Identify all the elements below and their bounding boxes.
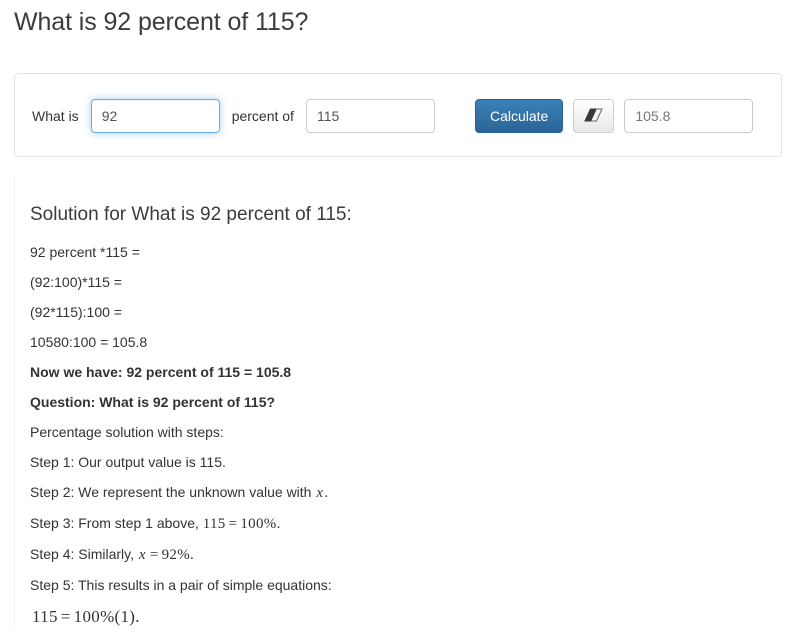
step-3-math: 115 = 100%. bbox=[203, 516, 281, 532]
step-2-text: Step 2: We represent the unknown value w… bbox=[30, 484, 312, 500]
math-variable-x: x bbox=[138, 547, 146, 563]
math-operator: = bbox=[228, 516, 238, 532]
step-2-math: x bbox=[315, 485, 324, 501]
solution-panel: Solution for What is 92 percent of 115: … bbox=[14, 176, 782, 626]
math-right: 92% bbox=[161, 547, 191, 563]
math-left: 115 bbox=[202, 516, 226, 532]
step-1-line: Step 1: Our output value is 115. bbox=[30, 454, 226, 470]
reset-button[interactable] bbox=[573, 99, 615, 133]
step-3-text: Step 3: From step 1 above, bbox=[30, 515, 199, 531]
eraser-icon bbox=[584, 108, 604, 125]
page-title: What is 92 percent of 115? bbox=[14, 8, 309, 36]
equation-1-line: 115 = 100%(1). bbox=[30, 594, 767, 626]
page-root: What is 92 percent of 115? What is perce… bbox=[0, 0, 791, 634]
solution-line: (92:100)*115 = bbox=[30, 274, 122, 290]
what-is-label: What is bbox=[32, 108, 79, 124]
equation-1-math: 115 = 100%(1). bbox=[32, 607, 140, 626]
calculate-button[interactable]: Calculate bbox=[474, 99, 564, 133]
calculator-form-row: What is percent of Calculate bbox=[15, 74, 781, 158]
now-we-have-line: Now we have: 92 percent of 115 = 105.8 bbox=[30, 364, 292, 380]
percent-of-label: percent of bbox=[231, 108, 294, 124]
equation-1-period: . bbox=[135, 607, 140, 626]
step-5-line: Step 5: This results in a pair of simple… bbox=[30, 577, 332, 593]
math-operator: = bbox=[60, 607, 71, 626]
base-value-input[interactable] bbox=[305, 99, 435, 133]
solution-heading: Solution for What is 92 percent of 115: bbox=[30, 204, 352, 225]
step-4-text: Step 4: Similarly, bbox=[30, 546, 134, 562]
math-variable-x: x bbox=[316, 485, 324, 501]
result-input[interactable] bbox=[624, 99, 754, 133]
math-operator: = bbox=[149, 547, 159, 563]
math-left: 115 bbox=[32, 607, 58, 626]
result-field-wrapper bbox=[624, 99, 754, 133]
percentage-steps-intro: Percentage solution with steps: bbox=[30, 424, 224, 440]
solution-line: 10580:100 = 105.8 bbox=[30, 334, 148, 350]
question-line: Question: What is 92 percent of 115? bbox=[30, 394, 276, 410]
math-right: 100% bbox=[240, 516, 277, 532]
calculator-panel: What is percent of Calculate bbox=[14, 73, 782, 157]
percent-input[interactable] bbox=[90, 99, 220, 133]
step-2-period: . bbox=[324, 485, 329, 501]
step-3-period: . bbox=[276, 516, 281, 532]
step-4-period: . bbox=[190, 547, 195, 563]
step-2-line: Step 2: We represent the unknown value w… bbox=[30, 471, 767, 502]
solution-line: 92 percent *115 = bbox=[30, 244, 140, 260]
step-4-line: Step 4: Similarly, x = 92%. bbox=[30, 533, 767, 564]
step-3-line: Step 3: From step 1 above, 115 = 100%. bbox=[30, 502, 767, 533]
step-4-math: x = 92%. bbox=[138, 547, 194, 563]
solution-line: (92*115):100 = bbox=[30, 304, 122, 320]
math-right: 100%(1) bbox=[73, 607, 136, 626]
